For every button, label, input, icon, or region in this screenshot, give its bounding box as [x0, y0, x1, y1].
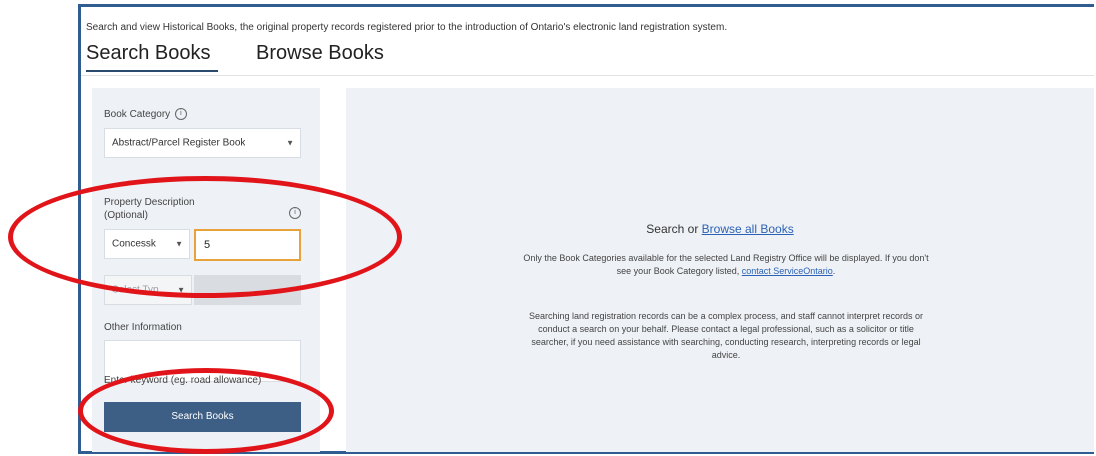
- contact-serviceontario-link[interactable]: contact ServiceOntario: [742, 266, 833, 276]
- book-category-value: Abstract/Parcel Register Book: [112, 137, 246, 149]
- tab-search-books[interactable]: Search Books: [86, 42, 211, 65]
- chevron-down-icon: ▼: [286, 138, 294, 148]
- browse-all-books-link[interactable]: Browse all Books: [702, 222, 794, 236]
- heading-prefix: Search or: [646, 222, 702, 236]
- info-icon[interactable]: i: [174, 108, 187, 121]
- results-heading: Search or Browse all Books: [346, 222, 1094, 236]
- note-line2: see your Book Category listed, contact S…: [446, 265, 1006, 278]
- annotation-ring-property-description: [8, 176, 402, 298]
- intro-text: Search and view Historical Books, the or…: [86, 22, 728, 33]
- tab-divider: [81, 75, 1094, 76]
- note-line1: Only the Book Categories available for t…: [523, 253, 929, 263]
- book-category-note: Only the Book Categories available for t…: [446, 252, 1006, 278]
- legal-advice-note: Searching land registration records can …: [446, 310, 1006, 362]
- annotation-ring-search-button: [78, 368, 334, 454]
- legal-line1: Searching land registration records can …: [528, 311, 924, 321]
- book-category-label: Book Category i: [104, 108, 187, 121]
- legal-line2: conduct a search on your behalf. Please …: [538, 324, 914, 334]
- tab-browse-books[interactable]: Browse Books: [256, 42, 384, 65]
- results-panel: Search or Browse all Books Only the Book…: [346, 88, 1094, 452]
- legal-line4: advice.: [711, 350, 741, 360]
- active-tab-indicator: [86, 70, 218, 72]
- book-category-label-text: Book Category: [104, 109, 171, 120]
- other-information-label: Other Information: [104, 322, 182, 333]
- note-line2-prefix: see your Book Category listed,: [616, 266, 742, 276]
- book-category-select[interactable]: Abstract/Parcel Register Book ▼: [104, 128, 301, 158]
- legal-line3: searcher, if you need assistance with se…: [531, 337, 921, 347]
- note-line2-suffix: .: [832, 266, 836, 276]
